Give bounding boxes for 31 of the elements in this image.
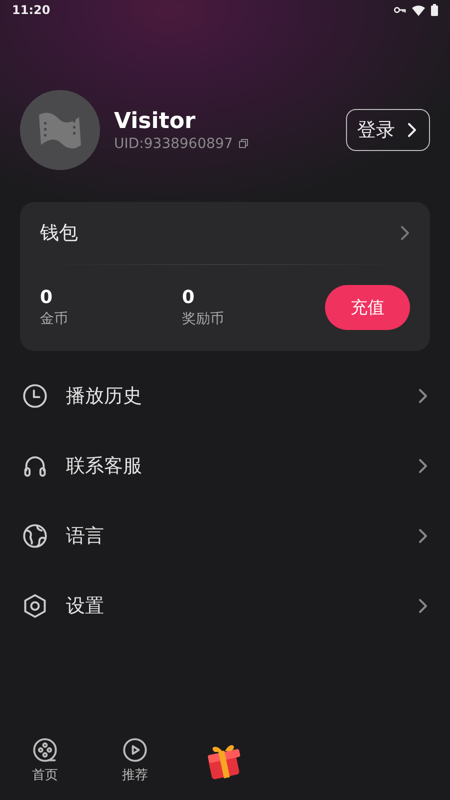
menu-item[interactable]: 联系客服 [0, 431, 450, 501]
chevron-icon [418, 388, 428, 404]
clock-icon [22, 383, 48, 409]
balance-value: 0 [182, 287, 196, 308]
chevron-icon [418, 458, 428, 474]
battery-icon [431, 4, 438, 16]
chevron-icon [418, 528, 428, 544]
nav-tab[interactable]: 推荐 [90, 736, 180, 784]
wallet-title: 钱包 [40, 221, 78, 246]
user-name: Visitor [114, 108, 196, 134]
balance-value: 0 [40, 287, 54, 308]
settings-icon [22, 593, 48, 619]
copy-icon[interactable] [238, 139, 248, 148]
clock-time: 11:20 [12, 3, 50, 17]
login-button[interactable]: 登录 [346, 109, 430, 151]
wifi-icon [412, 4, 425, 16]
user-id: UID:9338960897 [114, 136, 233, 152]
play-icon [122, 736, 148, 762]
nav-tab[interactable]: 首页 [0, 736, 90, 784]
menu-item[interactable]: 播放历史 [0, 361, 450, 431]
key-icon [394, 6, 406, 14]
globe-icon [22, 523, 48, 549]
recharge-button[interactable]: 充值 [325, 285, 410, 330]
chevron-icon [407, 122, 417, 138]
chevron-icon [418, 598, 428, 614]
film-reel-icon [32, 736, 58, 762]
balance-label: 奖励币 [182, 310, 225, 328]
balance-label: 金币 [40, 310, 69, 328]
menu-item[interactable]: 语言 [0, 501, 450, 571]
menu-item[interactable]: 设置 [0, 571, 450, 641]
chevron-icon [400, 225, 410, 241]
